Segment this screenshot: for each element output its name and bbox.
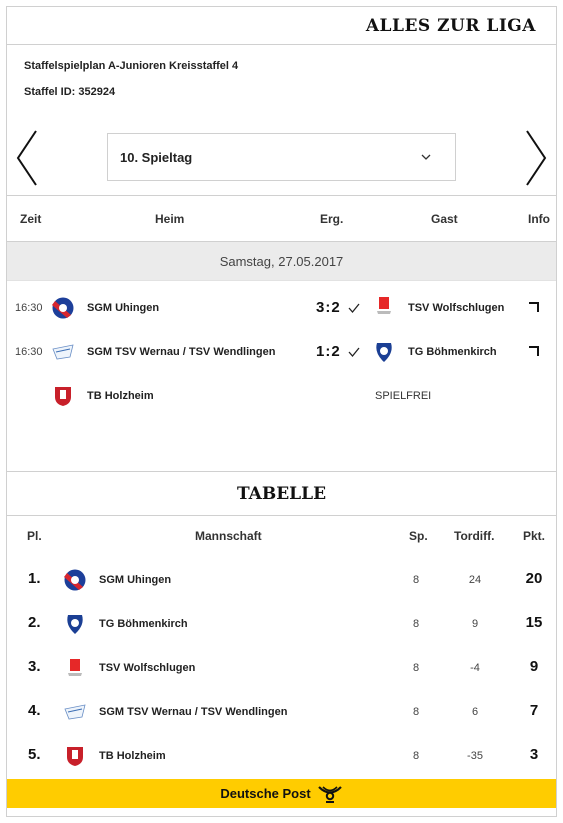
corner-arrow-icon (529, 346, 539, 356)
panel-title: ALLES ZUR LIGA (365, 15, 536, 36)
table-points: 3 (529, 746, 539, 763)
match-guest-team[interactable]: TSV Wolfschlugen (408, 302, 504, 314)
sgm-wernau-logo-icon (64, 704, 86, 720)
table-games: 8 (413, 706, 420, 718)
panel-header: ALLES ZUR LIGA (7, 7, 556, 45)
table-games: 8 (413, 618, 420, 630)
table-points: 20 (525, 570, 543, 587)
prev-matchday-button[interactable] (14, 129, 40, 187)
check-icon (348, 347, 360, 358)
match-row: 16:30 SGM Uhingen 3:2 TSV Wolfschlugen (7, 286, 556, 330)
table-games: 8 (413, 750, 420, 762)
col-info: Info (528, 212, 550, 226)
table-row: 1. SGM Uhingen 8 24 20 (7, 558, 556, 602)
bye-label: SPIELFREI (375, 390, 432, 402)
tsv-wolfschlugen-logo-icon (377, 297, 391, 314)
next-matchday-button[interactable] (523, 129, 549, 187)
league-panel: ALLES ZUR LIGA Staffelspielplan A-Junior… (6, 6, 557, 817)
table-points: 15 (525, 614, 543, 631)
match-guest-team[interactable]: TG Böhmenkirch (408, 346, 497, 358)
table-rank: 3. (28, 658, 41, 675)
col-mannschaft: Mannschaft (195, 529, 262, 543)
sponsor-name: Deutsche Post (220, 786, 311, 801)
sgm-uhingen-logo-icon (52, 297, 74, 319)
match-row: 16:30 SGM TSV Wernau / TSV Wendlingen 1:… (7, 330, 556, 374)
bye-team[interactable]: TB Holzheim (87, 390, 154, 402)
col-tordiff: Tordiff. (454, 529, 495, 543)
tg-boehmenkirch-logo-icon (67, 615, 83, 634)
col-pkt: Pkt. (523, 529, 546, 543)
match-score: 3:2 (316, 299, 341, 316)
table-rank: 2. (28, 614, 41, 631)
chevron-right-icon (526, 130, 547, 186)
table-points: 7 (529, 702, 539, 719)
table-rank: 5. (28, 746, 41, 763)
table-points: 9 (529, 658, 539, 675)
table-goal-diff: 24 (468, 574, 482, 586)
league-meta: Staffelspielplan A-Junioren Kreisstaffel… (7, 45, 556, 111)
matches-header: Zeit Heim Erg. Gast Info (7, 195, 556, 241)
tsv-wolfschlugen-logo-icon (68, 659, 82, 676)
matchday-nav: 10. Spieltag (7, 111, 556, 195)
table-header: Pl. Mannschaft Sp. Tordiff. Pkt. (7, 517, 556, 557)
table-games: 8 (413, 574, 420, 586)
match-home-team[interactable]: SGM Uhingen (87, 302, 159, 314)
chevron-left-icon (16, 130, 37, 186)
tb-holzheim-logo-icon (55, 387, 71, 406)
table-rank: 4. (28, 702, 41, 719)
table-team[interactable]: TB Holzheim (99, 750, 166, 762)
table-row: 4. SGM TSV Wernau / TSV Wendlingen 8 6 7 (7, 690, 556, 734)
table-goal-diff: 9 (471, 618, 479, 630)
col-sp: Sp. (409, 529, 428, 543)
sgm-wernau-logo-icon (52, 344, 74, 360)
tg-boehmenkirch-logo-icon (376, 343, 392, 362)
sgm-uhingen-logo-icon (64, 569, 86, 591)
table-goal-diff: -4 (470, 662, 480, 674)
sponsor-banner[interactable]: Deutsche Post (7, 779, 556, 808)
col-erg: Erg. (320, 212, 344, 226)
table-team[interactable]: TG Böhmenkirch (99, 618, 188, 630)
tb-holzheim-logo-icon (67, 747, 83, 766)
match-score: 1:2 (316, 343, 341, 360)
col-gast: Gast (431, 212, 458, 226)
table-goal-diff: -35 (467, 750, 483, 762)
col-zeit: Zeit (20, 212, 42, 226)
bye-row: TB Holzheim SPIELFREI (7, 374, 556, 418)
table-team[interactable]: SGM TSV Wernau / TSV Wendlingen (99, 706, 287, 718)
check-icon (348, 303, 360, 314)
table-row: 3. TSV Wolfschlugen 8 -4 9 (7, 646, 556, 690)
table-games: 8 (413, 662, 420, 674)
match-home-team[interactable]: SGM TSV Wernau / TSV Wendlingen (87, 346, 275, 358)
table-team[interactable]: SGM Uhingen (99, 574, 171, 586)
table-row: 2. TG Böhmenkirch 8 9 15 (7, 602, 556, 646)
table-row: 5. TB Holzheim 8 -35 3 (7, 734, 556, 778)
table-goal-diff: 6 (471, 706, 479, 718)
match-time: 16:30 (15, 302, 43, 314)
staffel-id: Staffel ID: 352924 (24, 86, 116, 98)
chevron-down-icon (421, 150, 431, 160)
table-rank: 1. (28, 570, 41, 587)
match-date-row: Samstag, 27.05.2017 (7, 241, 556, 281)
match-time: 16:30 (15, 346, 43, 358)
matchday-select[interactable]: 10. Spieltag (107, 133, 456, 181)
match-date: Samstag, 27.05.2017 (219, 253, 344, 269)
table-title: TABELLE (7, 471, 556, 516)
table-team[interactable]: TSV Wolfschlugen (99, 662, 195, 674)
matchday-select-value: 10. Spieltag (120, 149, 193, 165)
plan-title: Staffelspielplan A-Junioren Kreisstaffel… (24, 60, 239, 72)
corner-arrow-icon (529, 302, 539, 312)
col-pl: Pl. (27, 529, 42, 543)
col-heim: Heim (155, 212, 185, 226)
post-horn-icon (317, 785, 342, 803)
